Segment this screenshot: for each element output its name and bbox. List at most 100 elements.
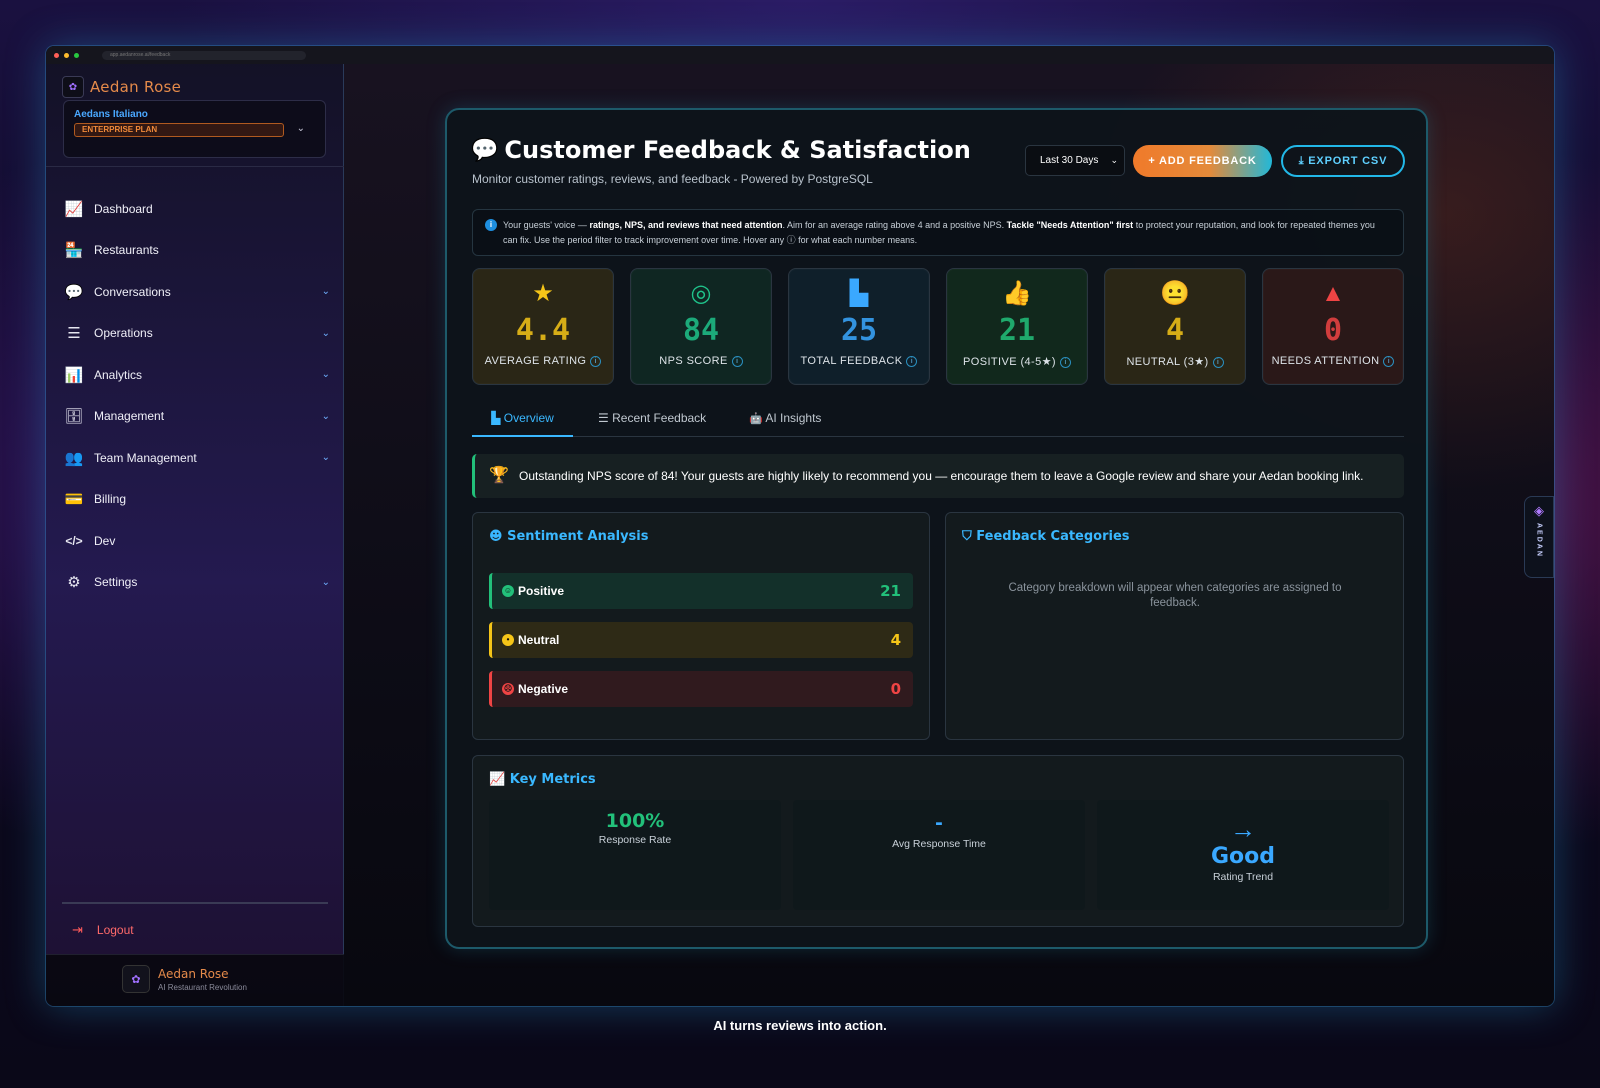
feedback-card: 💬 Customer Feedback & Satisfaction Monit… (445, 108, 1428, 949)
panel-title-text: Feedback Categories (976, 529, 1130, 544)
sentiment-row-positive: ☺ Positive 21 (489, 573, 913, 609)
stat-nps-score: ◎ 84 NPS SCORE i (630, 268, 772, 385)
info-icon[interactable]: i (1212, 357, 1224, 368)
metric-value: - (935, 812, 943, 834)
stat-label: NPS SCORE (659, 355, 728, 367)
sidebar-item-label: Team Management (94, 450, 197, 465)
divider (46, 166, 344, 167)
chart-bar-icon: ▙ (849, 280, 869, 307)
stat-average-rating: ★ 4.4 AVERAGE RATING i (472, 268, 614, 385)
chevron-down-icon[interactable]: ⌄ (322, 577, 330, 588)
info-icon: i (485, 219, 497, 231)
info-icon[interactable]: i (906, 356, 918, 367)
close-dot[interactable] (54, 52, 59, 58)
sidebar-item-dev[interactable]: </> Dev (62, 520, 330, 562)
tab-label: Recent Feedback (612, 411, 707, 425)
export-csv-button[interactable]: ⤓ EXPORT CSV (1281, 145, 1405, 177)
divider (62, 902, 328, 904)
plan-badge: ENTERPRISE PLAN (74, 123, 284, 137)
period-select[interactable]: Last 30 Days ⌄ (1025, 145, 1125, 176)
gem-icon: ◈ (1534, 503, 1544, 518)
stat-needs-attention: ▲ 0 NEEDS ATTENTION i (1262, 268, 1404, 385)
sidebar-item-billing[interactable]: 💳 Billing (62, 479, 330, 521)
info-icon[interactable]: i (731, 356, 743, 367)
footer-brand-name: Aedan Rose (158, 966, 229, 981)
sidebar-item-conversations[interactable]: 💬 Conversations ⌄ (62, 271, 330, 313)
sidebar-item-analytics[interactable]: 📊 Analytics ⌄ (62, 354, 330, 396)
sidebar-item-dashboard[interactable]: 📈 Dashboard (62, 188, 330, 230)
smile-icon: ☺ (502, 585, 514, 597)
tagline: AI turns reviews into action. (713, 1018, 887, 1033)
sentiment-panel: ☻ Sentiment Analysis ☺ Positive 21 • Neu… (472, 512, 930, 740)
star-icon: ★ (532, 280, 554, 307)
maximize-dot[interactable] (74, 52, 79, 58)
sidebar-item-label: Operations (94, 326, 153, 341)
metric-response-rate: 100% Response Rate (489, 800, 781, 910)
panel-title: ☻ Sentiment Analysis (489, 529, 649, 544)
main-content: 💬 Customer Feedback & Satisfaction Monit… (344, 64, 1554, 1006)
sidebar-item-label: Billing (94, 492, 127, 507)
org-switcher[interactable]: Aedans Italiano ENTERPRISE PLAN ⌄ (63, 100, 326, 158)
minimize-dot[interactable] (64, 52, 69, 58)
comments-icon: 💬 (64, 283, 84, 301)
users-icon: 👥 (64, 449, 84, 467)
stat-label: AVERAGE RATING (484, 355, 587, 367)
sidebar-item-restaurants[interactable]: 🏪 Restaurants (62, 230, 330, 272)
sidebar-item-label: Conversations (94, 284, 171, 299)
tab-label: Overview (503, 411, 554, 425)
info-text: Your guests' voice — (503, 220, 590, 230)
chevron-down-icon[interactable]: ⌄ (322, 369, 330, 380)
tab-recent-feedback[interactable]: ☰ Recent Feedback (598, 404, 706, 437)
sentiment-row-neutral: • Neutral 4 (489, 622, 913, 658)
metric-label: Rating Trend (1212, 871, 1274, 883)
stat-value: 21 (998, 313, 1036, 348)
chevron-down-icon[interactable]: ⌄ (297, 123, 305, 134)
sidebar-item-operations[interactable]: ☰ Operations ⌄ (62, 313, 330, 355)
tab-overview[interactable]: ▙ Overview (472, 404, 573, 437)
info-icon[interactable]: i (1383, 356, 1395, 367)
sidebar-item-team-management[interactable]: 👥 Team Management ⌄ (62, 437, 330, 479)
brand-name: Aedan Rose (90, 78, 182, 96)
stats-row: ★ 4.4 AVERAGE RATING i ◎ 84 NPS SCORE i ▙ … (472, 268, 1404, 385)
banner-text: Outstanding NPS score of 84! Your guests… (519, 469, 1364, 483)
sign-out-icon: ⇥ (72, 922, 83, 937)
stat-label: NEUTRAL (3★) (1126, 356, 1209, 368)
stat-label: NEEDS ATTENTION (1271, 355, 1380, 367)
info-icon[interactable]: i (590, 356, 602, 367)
panel-title: ⛉ Feedback Categories (962, 529, 1130, 544)
add-feedback-button[interactable]: + ADD FEEDBACK (1133, 145, 1272, 177)
url-bar[interactable]: app.aedanrose.ai/feedback (102, 50, 306, 60)
sentiment-count: 4 (890, 631, 901, 649)
brand[interactable]: ✿ Aedan Rose (62, 76, 181, 98)
aedan-side-tab[interactable]: ◈ AEDAN (1524, 496, 1554, 578)
chevron-down-icon[interactable]: ⌄ (322, 328, 330, 339)
logout-button[interactable]: ⇥ Logout (72, 922, 134, 938)
panel-title: 📈 Key Metrics (489, 772, 596, 787)
stat-value: 0 (1323, 313, 1343, 348)
metric-value: 100% (605, 810, 665, 832)
sidebar-item-label: Analytics (94, 367, 143, 382)
sentiment-count: 0 (890, 680, 901, 698)
info-icon[interactable]: i (1059, 357, 1071, 368)
info-bold: ratings, NPS, and reviews that need atte… (589, 220, 783, 230)
database-icon: 🗄 (64, 408, 84, 426)
sentiment-row-negative: ☹ Negative 0 (489, 671, 913, 707)
stat-value: 84 (682, 313, 720, 348)
footer-tagline: AI Restaurant Revolution (158, 982, 247, 992)
footer-logo: ✿ (122, 965, 150, 993)
sentiment-label: Positive (518, 584, 565, 598)
comments-icon: 💬 (471, 137, 499, 162)
chevron-down-icon[interactable]: ⌄ (322, 411, 330, 422)
store-icon: 🏪 (64, 242, 84, 260)
chevron-down-icon[interactable]: ⌄ (322, 286, 330, 297)
chart-line-icon: 📈 (64, 200, 84, 218)
tab-ai-insights[interactable]: 🤖 AI Insights (749, 404, 821, 437)
page-subtitle: Monitor customer ratings, reviews, and f… (472, 172, 873, 186)
stat-total-feedback: ▙ 25 TOTAL FEEDBACK i (788, 268, 930, 385)
stat-neutral: 😐 4 NEUTRAL (3★) i (1104, 268, 1246, 385)
sidebar-item-management[interactable]: 🗄 Management ⌄ (62, 396, 330, 438)
metric-label: Avg Response Time (892, 838, 986, 850)
sidebar-item-settings[interactable]: ⚙ Settings ⌄ (62, 562, 330, 604)
chevron-down-icon[interactable]: ⌄ (322, 452, 330, 463)
sidebar-item-label: Restaurants (94, 243, 159, 258)
